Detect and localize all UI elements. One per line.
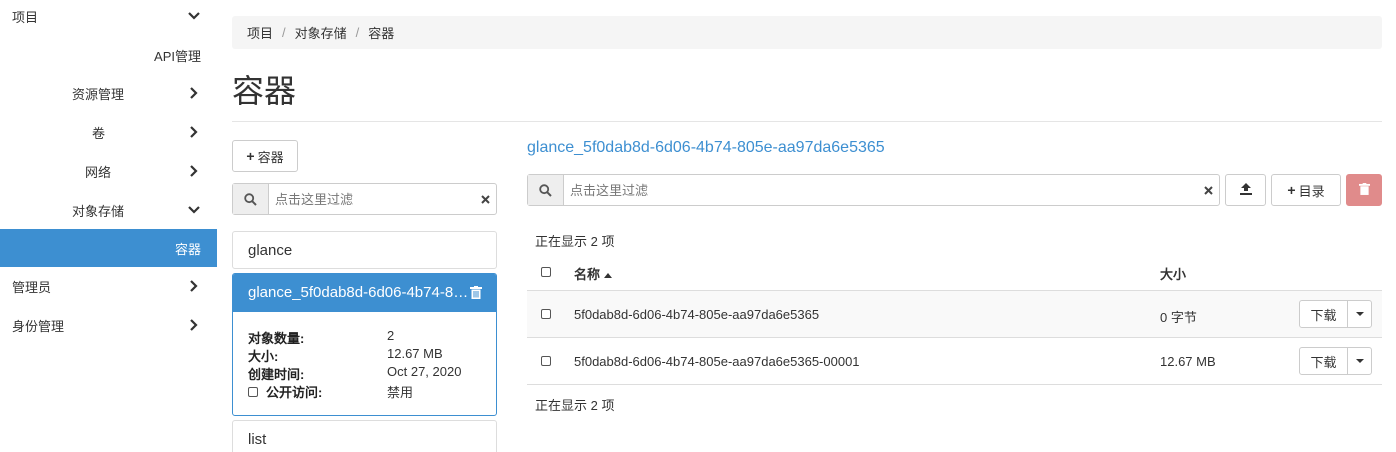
breadcrumb-containers: 容器 — [368, 26, 395, 41]
container-filter-input[interactable] — [269, 184, 474, 214]
object-name[interactable]: 5f0dab8d-6d06-4b74-805e-aa97da6e5365-000… — [574, 354, 860, 369]
nav-resources-label: 资源管理 — [72, 86, 125, 102]
nav-network[interactable]: 网络 — [0, 152, 217, 190]
nav-api[interactable]: API管理 — [0, 36, 217, 74]
detail-created-label: 创建时间: — [248, 367, 305, 382]
row-checkbox[interactable] — [541, 356, 551, 366]
detail-public-label: 公开访问: — [266, 385, 323, 400]
detail-size-label: 大小: — [248, 349, 279, 364]
breadcrumb-project[interactable]: 项目 — [247, 23, 273, 42]
page-title: 容器 — [232, 73, 297, 109]
dropdown-toggle[interactable] — [1348, 348, 1371, 374]
selected-container-title[interactable]: glance_5f0dab8d-6d06-4b74-805e-aa97da6e5… — [527, 139, 885, 157]
nav-volumes-label: 卷 — [92, 125, 106, 141]
detail-count: 对象数量: — [248, 328, 304, 347]
sort-asc-icon — [604, 266, 613, 281]
detail-count-value: 2 — [387, 328, 395, 343]
object-filter — [527, 174, 1220, 206]
breadcrumb-separator: / — [355, 25, 360, 40]
object-size: 12.67 MB — [1160, 354, 1216, 369]
column-header-size[interactable]: 大小 — [1160, 264, 1186, 283]
showing-count-top: 正在显示 2 项 — [535, 234, 615, 249]
container-item-selected[interactable]: glance_5f0dab8d-6d06-4b74-805e-aa97da6e5… — [232, 273, 497, 416]
download-button-group: 下载 — [1299, 347, 1372, 375]
container-name: glance — [248, 242, 293, 259]
container-filter — [232, 183, 497, 215]
divider — [232, 121, 1382, 122]
nav-volumes[interactable]: 卷 — [0, 113, 217, 151]
trash-icon[interactable] — [470, 286, 482, 302]
caret-down-icon — [1355, 312, 1364, 316]
nav-identity[interactable]: 身份管理 — [0, 306, 217, 344]
detail-size-value: 12.67 MB — [387, 346, 443, 361]
container-header[interactable]: glance_5f0dab8d-6d06-4b74-805e-aa97da6e5… — [233, 274, 496, 312]
nav-identity-label: 身份管理 — [12, 318, 65, 334]
nav-project[interactable]: 项目 — [0, 0, 217, 35]
object-filter-input[interactable] — [564, 175, 1197, 205]
column-name-label: 名称 — [574, 267, 601, 282]
detail-size: 大小: — [248, 346, 278, 365]
add-folder-label: 目录 — [1298, 183, 1325, 199]
container-name: list — [248, 431, 267, 448]
chevron-right-icon — [187, 125, 201, 139]
chevron-right-icon — [187, 86, 201, 100]
container-item[interactable]: list — [232, 420, 497, 452]
object-size: 0 字节 — [1160, 310, 1197, 325]
table-bottom-border — [527, 384, 1382, 385]
chevron-right-icon — [187, 164, 201, 178]
public-access-checkbox[interactable] — [248, 386, 258, 397]
nav-containers-label: 容器 — [174, 241, 201, 257]
chevron-down-icon — [187, 9, 201, 23]
caret-down-icon — [1355, 359, 1364, 363]
nav-project-label: 项目 — [12, 9, 39, 25]
nav-containers[interactable]: 容器 — [0, 229, 217, 267]
table-row: 5f0dab8d-6d06-4b74-805e-aa97da6e5365 0 字… — [527, 290, 1382, 337]
nav-admin-label: 管理员 — [12, 279, 52, 295]
sidebar: 项目 API管理 资源管理 卷 网络 对象存储 容器 管理员 身份管理 — [0, 0, 217, 452]
delete-button[interactable] — [1346, 174, 1382, 206]
nav-object-storage-label: 对象存储 — [72, 203, 125, 219]
close-icon[interactable] — [1197, 175, 1219, 205]
container-name: glance_5f0dab8d-6d06-4b74-805e-aa97da6e5… — [248, 284, 470, 301]
chevron-right-icon — [187, 318, 201, 332]
dropdown-toggle[interactable] — [1348, 301, 1371, 327]
breadcrumb: 项目 / 对象存储 / 容器 — [232, 16, 1382, 49]
nav-resources[interactable]: 资源管理 — [0, 74, 217, 112]
object-name[interactable]: 5f0dab8d-6d06-4b74-805e-aa97da6e5365 — [574, 307, 819, 322]
add-folder-button[interactable]: + 目录 — [1271, 174, 1341, 206]
detail-public: 公开访问: — [248, 382, 322, 401]
download-button[interactable]: 下载 — [1300, 348, 1348, 374]
detail-count-label: 对象数量: — [248, 331, 305, 346]
nav-api-label: API管理 — [154, 48, 201, 64]
upload-icon — [1239, 182, 1252, 198]
upload-button[interactable] — [1225, 174, 1266, 206]
trash-icon — [1358, 182, 1370, 198]
showing-count-bottom: 正在显示 2 项 — [535, 398, 615, 413]
download-button[interactable]: 下载 — [1300, 301, 1348, 327]
nav-admin[interactable]: 管理员 — [0, 267, 217, 305]
detail-created-value: Oct 27, 2020 — [387, 364, 462, 379]
plus-icon: + — [1287, 182, 1296, 198]
table-row: 5f0dab8d-6d06-4b74-805e-aa97da6e5365-000… — [527, 337, 1382, 384]
nav-object-storage[interactable]: 对象存储 — [0, 191, 217, 229]
row-checkbox[interactable] — [541, 309, 551, 319]
detail-created: 创建时间: — [248, 364, 304, 383]
nav-network-label: 网络 — [85, 164, 112, 180]
add-container-button[interactable]: + 容器 — [232, 140, 298, 172]
breadcrumb-object-storage[interactable]: 对象存储 — [295, 23, 347, 42]
select-all-checkbox[interactable] — [541, 267, 551, 277]
plus-icon: + — [246, 148, 255, 164]
breadcrumb-separator: / — [282, 25, 286, 40]
detail-public-value: 禁用 — [387, 385, 414, 400]
download-button-group: 下载 — [1299, 300, 1372, 328]
chevron-right-icon — [187, 279, 201, 293]
column-header-name[interactable]: 名称 — [574, 264, 613, 283]
add-container-label: 容器 — [257, 149, 284, 165]
search-icon — [528, 175, 564, 205]
close-icon[interactable] — [474, 184, 496, 214]
search-icon — [233, 184, 269, 214]
chevron-down-icon — [187, 203, 201, 217]
container-item[interactable]: glance — [232, 231, 497, 269]
